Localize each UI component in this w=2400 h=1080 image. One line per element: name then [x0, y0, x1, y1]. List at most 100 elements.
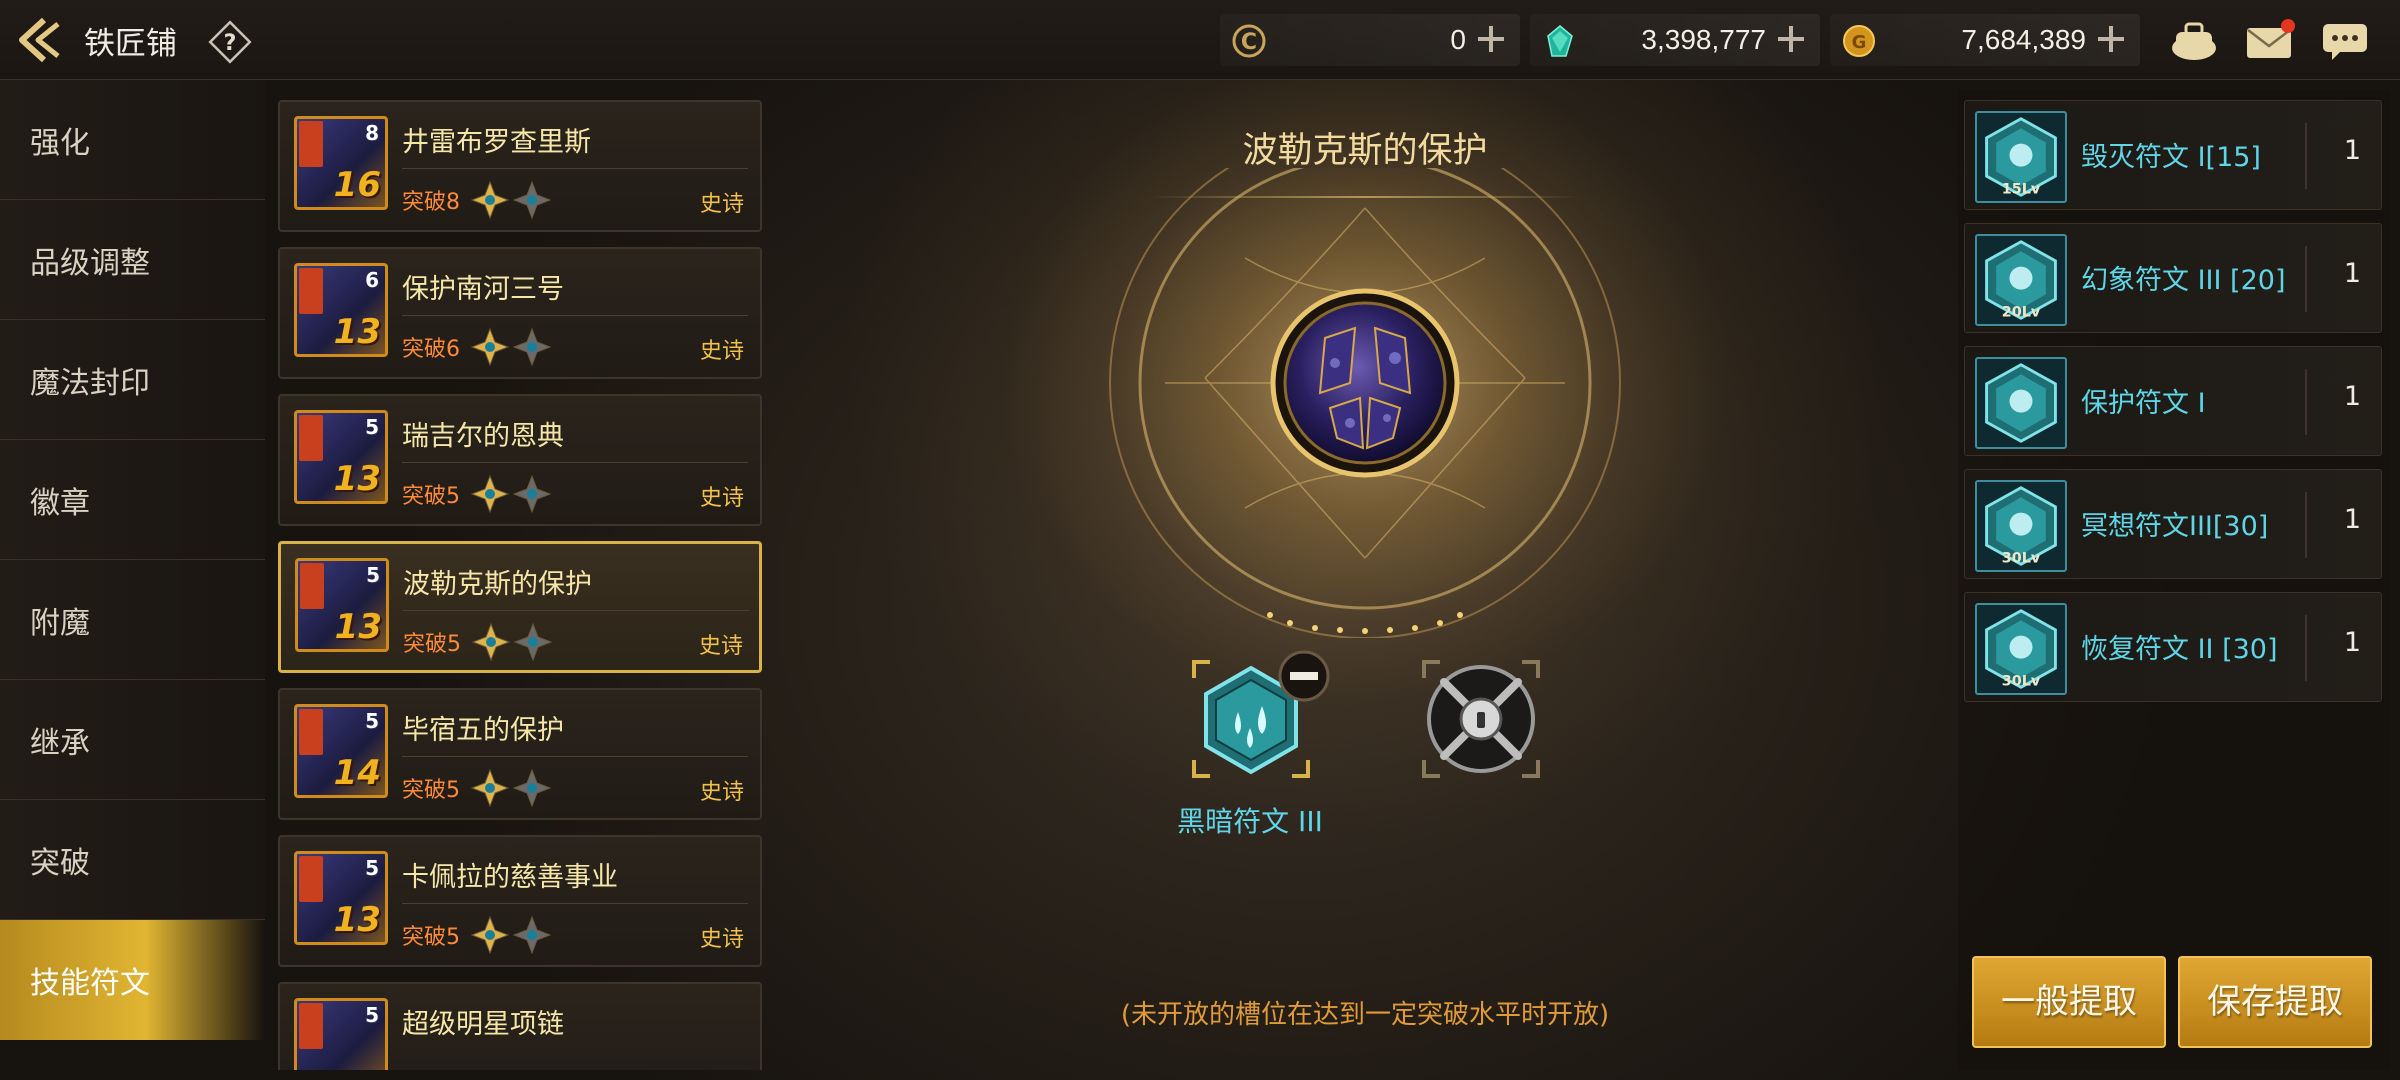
rune-inventory-row[interactable]: 30Lv 恢复符文 II [30] 1 [1964, 592, 2382, 702]
row-divider [2305, 246, 2307, 312]
rune-inventory-row[interactable]: 15Lv 毁灭符文 I[15] 1 [1964, 100, 2382, 210]
breakthrough-star-empty-icon [512, 915, 552, 955]
page-title: 铁匠铺 [84, 26, 177, 62]
breakthrough-star-icon [470, 768, 510, 808]
svg-text:?: ? [224, 31, 237, 56]
normal-extract-button[interactable]: 一般提取 [1972, 956, 2166, 1048]
add-currency-button[interactable] [1776, 24, 1806, 54]
svg-text:C: C [1241, 30, 1257, 55]
rune-count: 1 [2343, 258, 2361, 289]
item-name: 毕宿五的保护 [402, 715, 564, 746]
rune-inventory-row[interactable]: 保护符文 I 1 [1964, 346, 2382, 456]
breakthrough-star-icon [470, 474, 510, 514]
item-divider [402, 315, 748, 316]
item-card[interactable]: 5 13 波勒克斯的保护 突破5 史诗 [278, 541, 762, 673]
item-rarity: 史诗 [698, 634, 743, 659]
currency-value: 3,398,777 [1641, 24, 1766, 55]
item-divider [402, 168, 748, 169]
rune-icon: 30Lv [1975, 603, 2067, 695]
add-currency-button[interactable] [2096, 24, 2126, 54]
item-card[interactable]: 6 13 保护南河三号 突破6 史诗 [278, 247, 762, 379]
green-gem-icon [1547, 25, 1573, 57]
menu-item-inherit[interactable]: 继承 [0, 680, 265, 800]
item-rarity: 史诗 [699, 486, 744, 511]
item-thumbnail: 5 13 [294, 410, 388, 504]
item-rarity: 史诗 [699, 192, 744, 217]
rune-count: 1 [2343, 135, 2361, 166]
item-level: 14 [333, 753, 381, 793]
rune-count: 1 [2343, 381, 2361, 412]
row-divider [2305, 123, 2307, 189]
rune-circle [1105, 168, 1625, 638]
item-rarity: 史诗 [699, 927, 744, 952]
rune-name: 冥想符文III[30] [2081, 511, 2269, 542]
item-breakthrough: 突破8 [402, 190, 460, 215]
item-level: 13 [333, 312, 381, 352]
breakthrough-star-icon [470, 915, 510, 955]
rune-slot-2-locked[interactable] [1418, 656, 1544, 782]
add-currency-button[interactable] [1476, 24, 1506, 54]
row-divider [2305, 615, 2307, 681]
currency-value: 0 [1450, 24, 1466, 55]
breakthrough-star-icon [470, 327, 510, 367]
item-thumbnail: 8 16 [294, 116, 388, 210]
rune-inventory: 15Lv 毁灭符文 I[15] 1 20Lv 幻象符文 III [20] 1 保护符文 I 1… [1958, 90, 2390, 1070]
rune-inventory-row[interactable]: 30Lv 冥想符文III[30] 1 [1964, 469, 2382, 579]
breakthrough-star-empty-icon [513, 622, 553, 662]
currency-value: 7,684,389 [1961, 24, 2086, 55]
menu-item-breakthrough[interactable]: 突破 [0, 800, 265, 920]
item-card[interactable]: 5 超级明星项链 [278, 982, 762, 1070]
save-extract-button[interactable]: 保存提取 [2178, 956, 2372, 1048]
item-name: 波勒克斯的保护 [403, 569, 592, 600]
rune-count: 1 [2343, 504, 2361, 535]
menu-item-grade-adjust[interactable]: 品级调整 [0, 200, 265, 320]
bag-icon[interactable] [2168, 18, 2220, 64]
selected-item-title: 波勒克斯的保护 [1242, 131, 1488, 171]
currency-gold-coin: G 7,684,389 [1830, 14, 2140, 66]
rune-icon: 20Lv [1975, 234, 2067, 326]
rune-inventory-row[interactable]: 20Lv 幻象符文 III [20] 1 [1964, 223, 2382, 333]
menu-item-magic-seal[interactable]: 魔法封印 [0, 320, 265, 440]
item-divider [403, 610, 749, 611]
item-card[interactable]: 5 13 瑞吉尔的恩典突破5 史诗 [278, 394, 762, 526]
item-name: 瑞吉尔的恩典 [402, 421, 564, 452]
item-star: 5 [365, 856, 379, 880]
item-breakthrough: 突破5 [402, 925, 460, 950]
item-star: 8 [365, 121, 379, 145]
item-card[interactable]: 8 16 井雷布罗查里斯 突破8 史诗 [278, 100, 762, 232]
item-rarity: 史诗 [699, 780, 744, 805]
item-breakthrough: 突破5 [402, 484, 460, 509]
menu-item-enhance[interactable]: 强化 [0, 80, 265, 200]
equipped-badge [299, 268, 323, 314]
item-name: 超级明星项链 [402, 1009, 564, 1040]
rune-icon [1975, 357, 2067, 449]
c-coin-icon: C [1232, 24, 1266, 58]
currency-c-coin: C 0 [1220, 14, 1520, 66]
rune-level-label: 30Lv [2002, 550, 2041, 566]
item-divider [402, 903, 748, 904]
equipped-badge [299, 856, 323, 902]
menu-item-enchant[interactable]: 附魔 [0, 560, 265, 680]
back-arrow-icon[interactable] [14, 14, 64, 66]
item-divider [402, 462, 748, 463]
item-name: 卡佩拉的慈善事业 [402, 862, 618, 893]
menu-item-skill-rune[interactable]: 技能符文 [0, 920, 265, 1040]
item-breakthrough: 突破5 [403, 632, 461, 657]
svg-text:G: G [1852, 32, 1867, 53]
chat-icon[interactable] [2320, 18, 2372, 64]
item-card[interactable]: 5 14 毕宿五的保护 突破5 史诗 [278, 688, 762, 820]
mail-icon[interactable] [2244, 18, 2296, 64]
menu-item-emblem[interactable]: 徽章 [0, 440, 265, 560]
gold-coin-icon: G [1843, 25, 1875, 57]
equipped-badge [300, 563, 324, 609]
item-name: 保护南河三号 [402, 274, 564, 305]
item-star: 5 [365, 1003, 379, 1027]
breakthrough-star-empty-icon [512, 768, 552, 808]
item-card[interactable]: 5 13 卡佩拉的慈善事业 突破5 史诗 [278, 835, 762, 967]
row-divider [2305, 492, 2307, 558]
remove-rune-button[interactable] [1276, 648, 1332, 704]
help-icon[interactable]: ? [208, 20, 252, 64]
item-thumbnail: 6 13 [294, 263, 388, 357]
item-rarity: 史诗 [699, 339, 744, 364]
item-level: 13 [333, 459, 381, 499]
